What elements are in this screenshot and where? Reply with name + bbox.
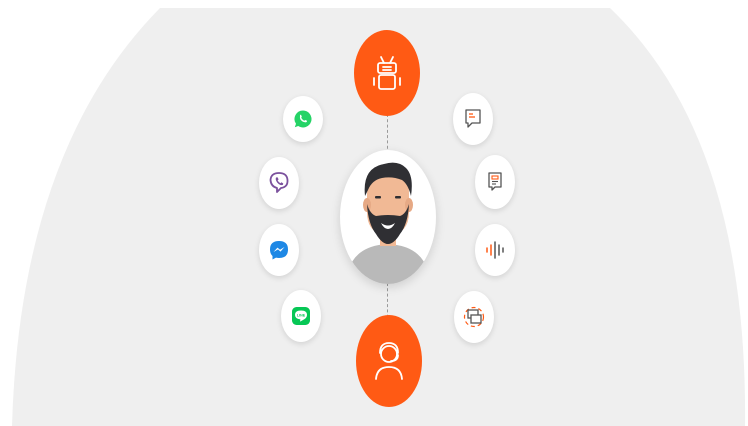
agent-node	[356, 315, 422, 407]
document-icon	[488, 172, 502, 191]
connector-line-top	[387, 114, 388, 154]
whatsapp-icon	[294, 110, 312, 128]
channel-viber[interactable]	[259, 157, 299, 209]
channel-whatsapp[interactable]	[283, 96, 323, 142]
line-icon: LINE	[292, 307, 310, 325]
channel-messenger[interactable]	[259, 224, 299, 276]
channel-line[interactable]: LINE	[281, 290, 321, 342]
robot-icon	[373, 56, 401, 90]
svg-text:LINE: LINE	[297, 314, 306, 318]
bot-node	[354, 30, 420, 116]
omnichannel-illustration: LINE	[0, 0, 748, 426]
user-avatar	[340, 150, 436, 284]
channel-chat[interactable]	[453, 93, 493, 145]
voice-waveform-icon	[486, 241, 504, 259]
messenger-icon	[270, 241, 288, 260]
channel-voice[interactable]	[475, 224, 515, 276]
headset-agent-icon	[375, 342, 403, 380]
bearded-man-illustration	[346, 162, 430, 284]
channel-screen-share[interactable]	[454, 291, 494, 343]
channel-document[interactable]	[475, 155, 515, 209]
chat-message-icon	[465, 109, 481, 128]
viber-icon	[269, 172, 289, 193]
screen-share-icon	[463, 306, 485, 328]
